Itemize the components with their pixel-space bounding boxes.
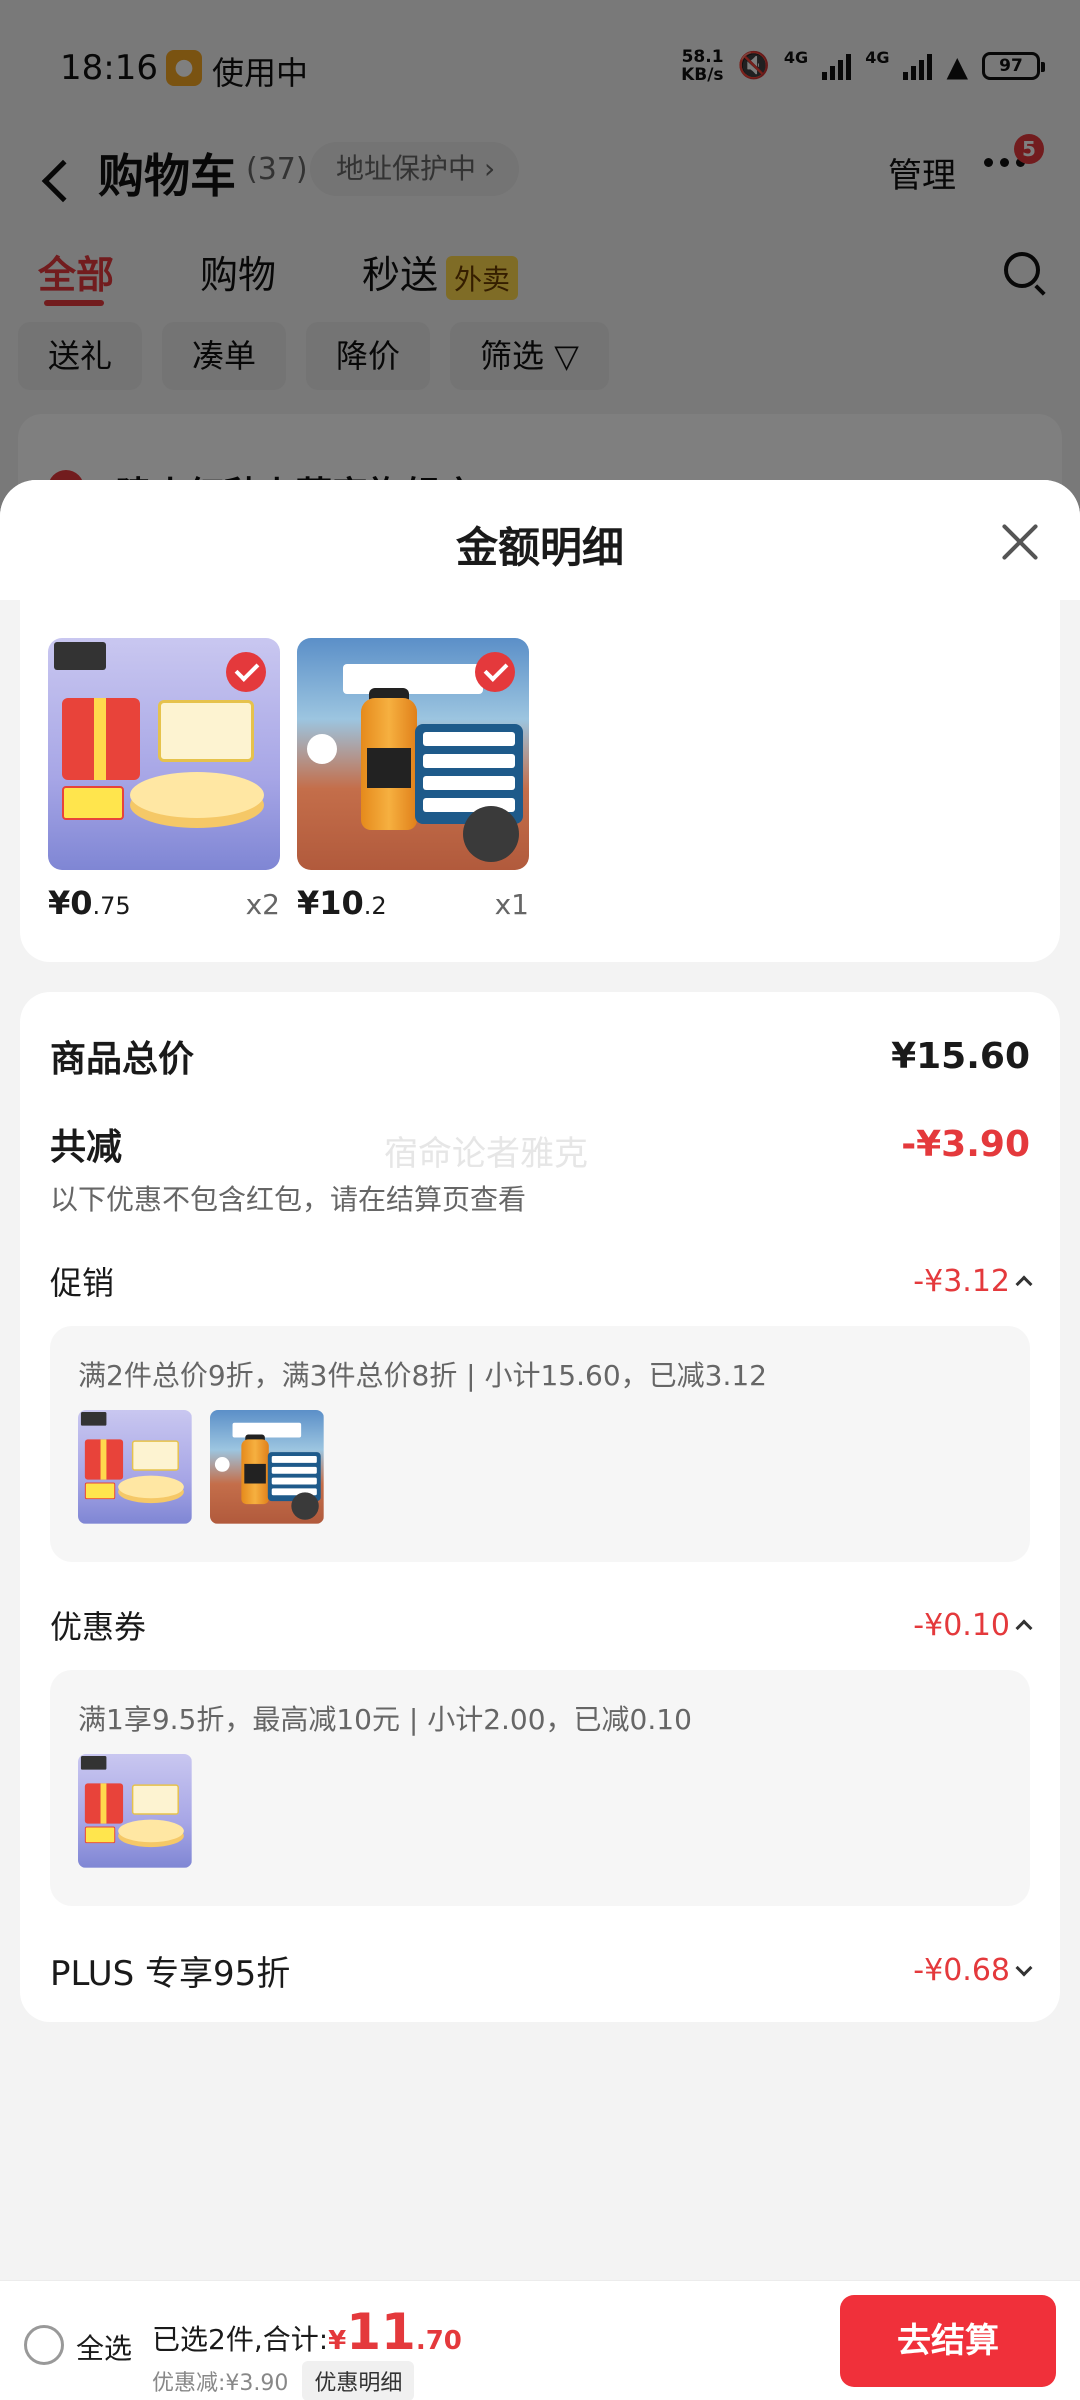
promo-row[interactable]: 促销 -¥3.12 [50,1258,1033,1304]
chevron-up-icon [1015,1275,1033,1293]
selected-item[interactable]: ¥0.75 x2 [48,638,280,922]
select-all-radio[interactable] [24,2325,64,2365]
total-reduce-row: 共减 -¥3.90 [50,1118,1030,1170]
product-image [297,638,529,870]
close-icon[interactable] [1000,522,1040,562]
coupon-label: 优惠券 [50,1608,147,1646]
discount-text: 优惠减:¥3.90 [152,2371,289,2396]
discount-detail-button[interactable]: 优惠明细 [302,2361,415,2400]
coupon-row[interactable]: 优惠券 -¥0.10 [50,1602,1033,1648]
checkout-button[interactable]: 去结算 [840,2295,1056,2387]
checkout-bar: 全选 已选2件,合计: ¥ 11 .70 优惠减:¥3.90 优惠明细 去结算 [0,2280,1080,2400]
product-image [48,638,280,870]
promo-amount: -¥3.12 [913,1263,1010,1299]
reduce-note: 以下优惠不包含红包，请在结算页查看 [50,1183,527,1216]
selected-count-text: 已选2件,合计: [152,2323,329,2356]
selected-items-card: ¥0.75 x2 ¥10.2 x1 [20,600,1060,962]
item-qty: x2 [245,888,280,921]
item-price-row: ¥10.2 x1 [297,884,529,922]
chevron-up-icon [1015,1619,1033,1637]
total-amount: ¥ 11 .70 [328,2303,462,2361]
selected-summary: 已选2件,合计: ¥ 11 .70 [152,2303,462,2361]
checked-icon [475,652,515,692]
item-price-dec: .75 [92,892,131,920]
promo-detail-box: 满2件总价9折，满3件总价8折 | 小计15.60，已减3.12 [50,1326,1030,1562]
promo-value: -¥3.12 [913,1263,1033,1299]
discount-line: 优惠减:¥3.90 优惠明细 [152,2361,415,2400]
total-price-label: 商品总价 [50,1039,195,1080]
total-reduce-value: -¥3.90 [901,1123,1030,1165]
sheet-header: 金额明细 [0,480,1080,600]
plus-label: PLUS 专享95折 [50,1954,291,1994]
coupon-detail-box: 满1享9.5折，最高减10元 | 小计2.00，已减0.10 [50,1670,1030,1906]
selected-item[interactable]: ¥10.2 x1 [297,638,529,922]
promo-detail-text: 满2件总价9折，满3件总价8折 | 小计15.60，已减3.12 [78,1359,767,1392]
checked-icon [226,652,266,692]
item-price-int: ¥10 [297,884,364,922]
plus-amount: -¥0.68 [913,1953,1010,1988]
plus-value: -¥0.68 [913,1953,1033,1988]
chevron-down-icon [1015,1959,1033,1976]
select-all-label[interactable]: 全选 [76,2327,132,2367]
total-reduce-label: 共减 [50,1127,123,1168]
coupon-amount: -¥0.10 [913,1607,1010,1643]
coupon-detail-text: 满1享9.5折，最高减10元 | 小计2.00，已减0.10 [78,1703,692,1736]
plus-row[interactable]: PLUS 专享95折 -¥0.68 [50,1946,1033,1995]
item-price-row: ¥0.75 x2 [48,884,280,922]
item-price: ¥0.75 [48,884,131,922]
product-thumb [210,1410,324,1524]
item-price-int: ¥0 [48,884,93,922]
amount-breakdown-card: 商品总价 ¥15.60 宿命论者雅克 共减 -¥3.90 以下优惠不包含红包，请… [20,992,1060,2022]
item-price: ¥10.2 [297,884,387,922]
total-price-value: ¥15.60 [891,1035,1030,1077]
total-int: 11 [346,2303,416,2361]
product-thumb [78,1410,192,1524]
promo-label: 促销 [50,1264,115,1302]
coupon-value: -¥0.10 [913,1607,1033,1643]
coupon-thumbs [78,1754,192,1868]
total-currency: ¥ [328,2326,347,2356]
amount-detail-sheet: 金额明细 ¥0.75 x2 ¥10.2 x1 商品总价 ¥15.60 宿命论者雅… [0,480,1080,2400]
item-price-dec: .2 [363,892,387,920]
total-dec: .70 [415,2326,462,2356]
item-qty: x1 [494,888,529,921]
promo-thumbs [78,1410,324,1524]
total-price-row: 商品总价 ¥15.60 [50,1030,1030,1082]
product-thumb [78,1754,192,1868]
sheet-title: 金额明细 [455,523,624,572]
